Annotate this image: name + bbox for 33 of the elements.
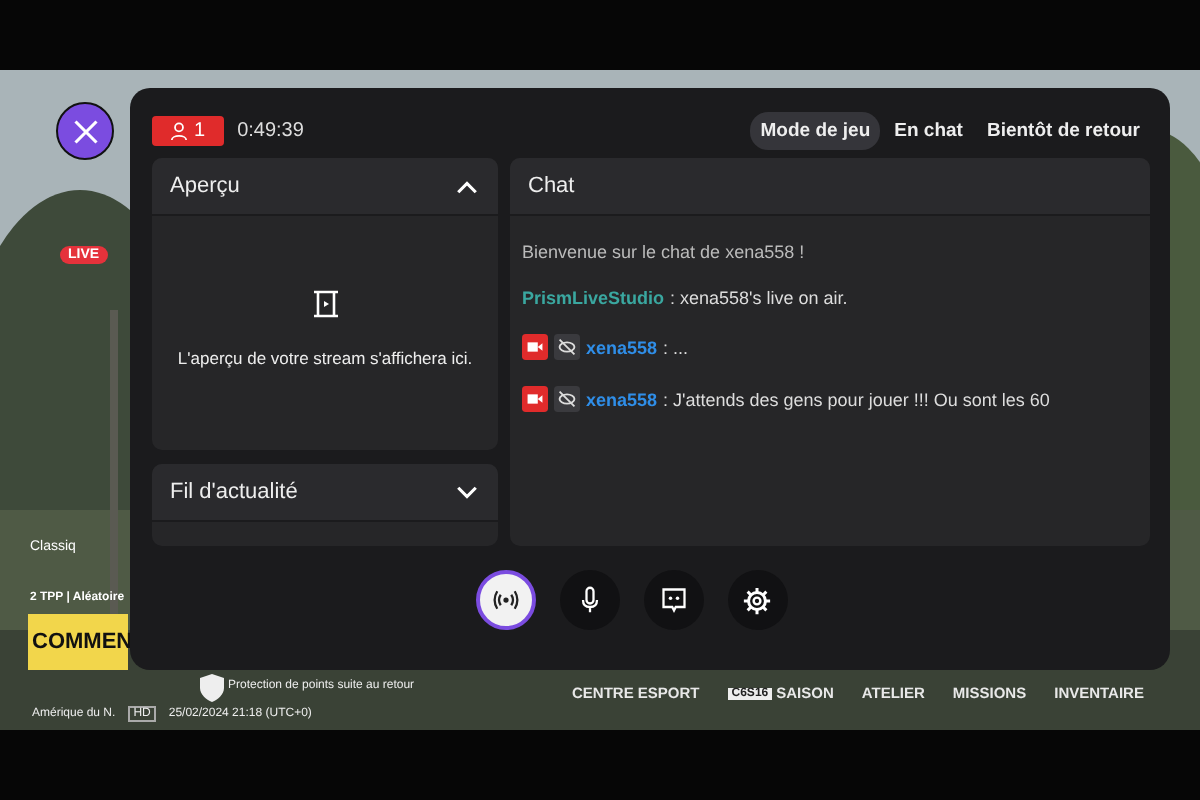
chevron-icon[interactable] bbox=[456, 179, 478, 193]
chevron-icon[interactable] bbox=[456, 485, 478, 499]
settings-icon bbox=[742, 585, 772, 615]
person-icon bbox=[170, 121, 188, 139]
eye-slash-icon bbox=[554, 334, 580, 360]
chat-message: : xena558's live on air. bbox=[670, 288, 848, 308]
video-camera-icon bbox=[522, 386, 548, 412]
close-icon bbox=[71, 117, 99, 145]
mode-tab[interactable]: En chat bbox=[884, 111, 973, 149]
mode-tab[interactable]: Bientôt de retour bbox=[976, 111, 1150, 149]
chat-message: : ... bbox=[663, 337, 689, 357]
video-camera-icon bbox=[522, 334, 548, 360]
settings-button[interactable] bbox=[727, 570, 787, 630]
chat-author: xena558 bbox=[586, 389, 658, 409]
chat-title: Chat bbox=[528, 174, 575, 198]
preview-title: Aperçu bbox=[170, 174, 240, 198]
chat-message: : J'attends des gens pour jouer !!! Ou sont les 60 bbox=[663, 389, 1050, 409]
chat-button[interactable] bbox=[643, 570, 703, 630]
eye-slash-icon bbox=[554, 386, 580, 412]
feed-title: Fil d'actualité bbox=[170, 480, 298, 504]
microphone-button[interactable] bbox=[559, 570, 619, 630]
chat-message: Bienvenue sur le chat de xena558 ! bbox=[522, 242, 807, 262]
broadcast-icon bbox=[491, 586, 519, 614]
chat-author: xena558 bbox=[586, 337, 658, 357]
viewer-badge: 1 bbox=[152, 115, 224, 145]
chat-bubble-icon bbox=[659, 586, 687, 614]
preview-message: L'aperçu de votre stream s'affichera ici. bbox=[177, 348, 473, 368]
broadcast-button[interactable] bbox=[475, 570, 535, 630]
mode-tab[interactable]: Mode de jeu bbox=[750, 111, 881, 149]
film-icon bbox=[309, 288, 341, 320]
elapsed-time: 0:49:39 bbox=[237, 119, 304, 141]
shield-icon bbox=[200, 674, 224, 702]
chat-author: PrismLiveStudio bbox=[522, 288, 665, 308]
